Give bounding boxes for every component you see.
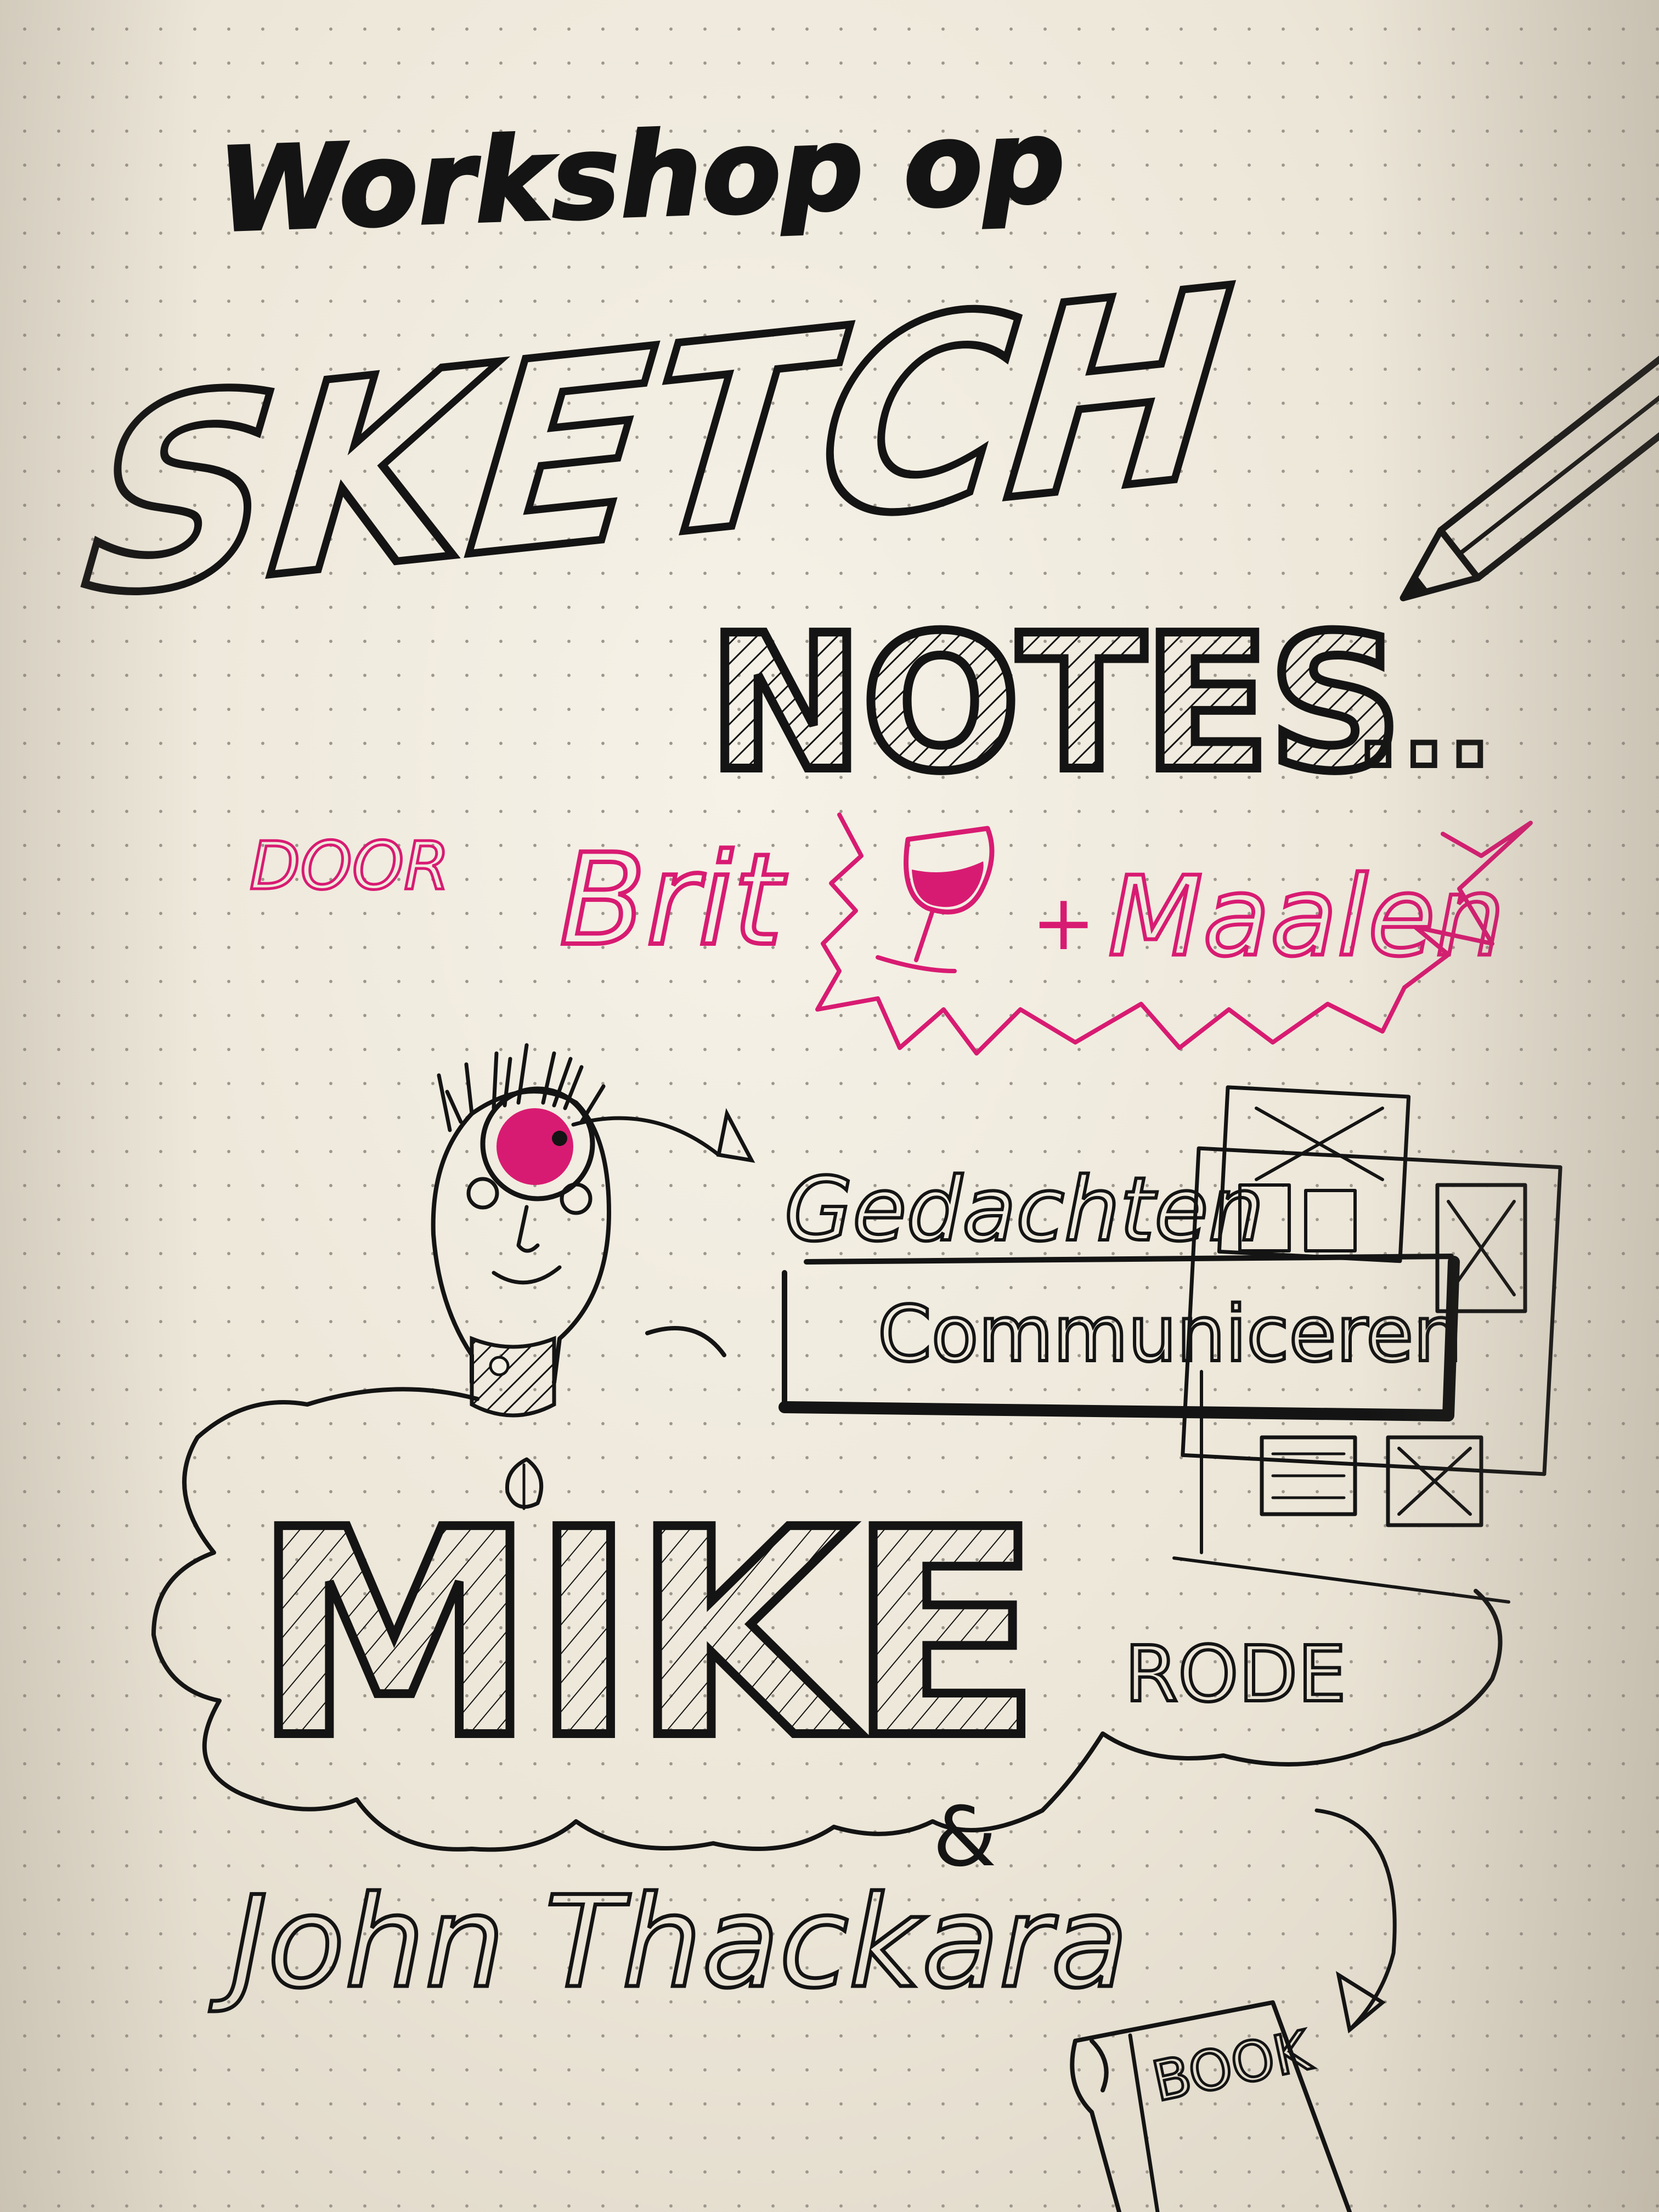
sketchnote-page: Workshop op SKETCH NOTES ... DOOR Brit +… — [70, 93, 1659, 2212]
label-john-thackara: John Thackara — [210, 1870, 1128, 2016]
communiceren-box: Communiceren — [778, 1254, 1464, 1421]
label-rode: RODE — [1125, 1630, 1346, 1719]
title-workshop: Workshop op — [216, 94, 1067, 258]
book-icon: BOOK — [1070, 2000, 1352, 2212]
arrow-to-book — [1314, 1808, 1397, 2034]
byline-maalen: Maalen — [1108, 853, 1505, 981]
title-notes: NOTES ... — [703, 591, 1496, 817]
byline-door: DOOR — [250, 828, 450, 905]
arrow-to-gedachten — [571, 1108, 755, 1163]
byline-plus: + — [1031, 878, 1096, 968]
title-notes-dots: ... — [1355, 653, 1493, 794]
label-book: BOOK — [1147, 2018, 1317, 2114]
title-notes-word: NOTES — [708, 595, 1401, 812]
byline-brit: Brit — [560, 827, 787, 974]
pencil-icon — [1400, 351, 1659, 602]
wine-glass-icon — [876, 826, 995, 973]
eye-head-icon — [431, 1043, 611, 1510]
label-gedachten: Gedachten — [785, 1158, 1264, 1261]
label-communiceren: Communiceren — [878, 1290, 1462, 1379]
title-sketch: SKETCH — [74, 232, 1242, 657]
label-mike: MIKE — [252, 1469, 1036, 1801]
